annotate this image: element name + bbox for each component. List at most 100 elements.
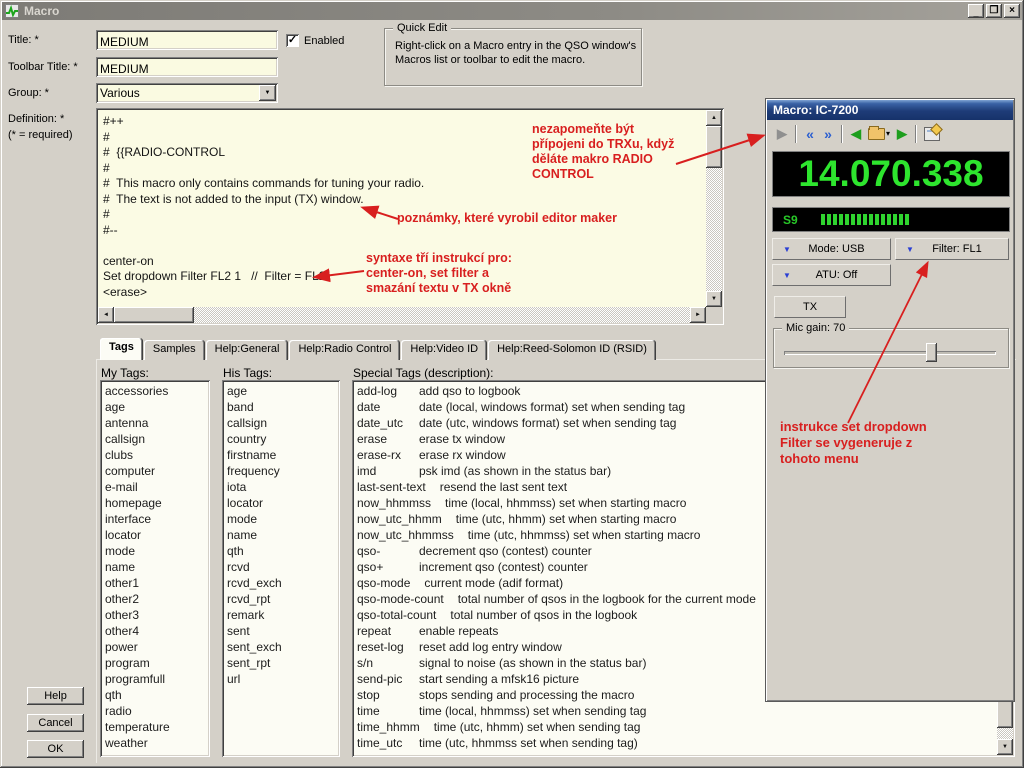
- his-tag-item[interactable]: rcvd_rpt: [223, 591, 339, 607]
- my-tag-item[interactable]: age: [101, 399, 209, 415]
- scroll-down-icon[interactable]: ▼: [706, 291, 722, 307]
- his-tag-item[interactable]: age: [223, 383, 339, 399]
- my-tag-item[interactable]: name: [101, 559, 209, 575]
- my-tag-item[interactable]: homepage: [101, 495, 209, 511]
- my-tag-item[interactable]: interface: [101, 511, 209, 527]
- his-tag-item[interactable]: sent_rpt: [223, 655, 339, 671]
- my-tag-item[interactable]: clubs: [101, 447, 209, 463]
- atu-button[interactable]: ▼ ATU: Off: [772, 264, 891, 286]
- scroll-left-icon[interactable]: ◄: [98, 307, 114, 323]
- his-tag-item[interactable]: sent_exch: [223, 639, 339, 655]
- title-input[interactable]: [96, 30, 278, 50]
- annotation-syntax: syntaxe tří instrukcí pro: center-on, se…: [366, 251, 512, 296]
- scroll-up-icon[interactable]: ▲: [706, 110, 722, 126]
- minimize-button[interactable]: _: [968, 4, 984, 18]
- special-tag-row[interactable]: time_utctime (utc, hhmmss set when sendi…: [353, 735, 1014, 751]
- radio-panel-title-bar[interactable]: Macro: IC-7200: [767, 100, 1013, 120]
- my-tag-item[interactable]: other1: [101, 575, 209, 591]
- my-tag-item[interactable]: accessories: [101, 383, 209, 399]
- edit-properties-icon[interactable]: [924, 127, 940, 141]
- scroll-right-icon[interactable]: ►: [690, 307, 706, 323]
- my-tag-item[interactable]: callsign: [101, 431, 209, 447]
- enabled-checkbox[interactable]: ✓: [286, 34, 299, 47]
- close-button[interactable]: ×: [1004, 4, 1020, 18]
- my-tag-item[interactable]: mode: [101, 543, 209, 559]
- his-tag-item[interactable]: callsign: [223, 415, 339, 431]
- previous-macro-icon[interactable]: ◀: [847, 126, 865, 142]
- his-tag-item[interactable]: name: [223, 527, 339, 543]
- hscroll-thumb[interactable]: [114, 307, 194, 323]
- radio-panel-title: Macro: IC-7200: [773, 103, 858, 117]
- group-dropdown-button[interactable]: ▼: [259, 85, 276, 101]
- his-tag-item[interactable]: locator: [223, 495, 339, 511]
- frequency-display: 14.070.338: [772, 151, 1010, 197]
- special-tag-name: stop: [357, 687, 419, 703]
- mic-gain-slider-thumb[interactable]: [926, 343, 937, 362]
- my-tag-item[interactable]: temperature: [101, 719, 209, 735]
- his-tag-item[interactable]: iota: [223, 479, 339, 495]
- special-tag-name: time_utc: [357, 735, 419, 751]
- his-tags-listbox[interactable]: agebandcallsigncountryfirstnamefrequency…: [222, 380, 340, 757]
- my-tag-item[interactable]: antenna: [101, 415, 209, 431]
- my-tag-item[interactable]: programfull: [101, 671, 209, 687]
- special-tag-row[interactable]: timetime (local, hhmmss) set when sendin…: [353, 703, 1014, 719]
- cancel-button[interactable]: Cancel: [27, 714, 84, 732]
- my-tag-item[interactable]: other4: [101, 623, 209, 639]
- definition-vscrollbar[interactable]: ▲ ▼: [706, 110, 722, 307]
- special-tag-desc: start sending a mfsk16 picture: [419, 672, 579, 686]
- my-tag-item[interactable]: weather: [101, 735, 209, 751]
- my-tag-item[interactable]: computer: [101, 463, 209, 479]
- his-tag-item[interactable]: url: [223, 671, 339, 687]
- my-tag-item[interactable]: radio: [101, 703, 209, 719]
- rewind-icon[interactable]: «: [801, 126, 819, 142]
- scroll-down-icon[interactable]: ▼: [997, 739, 1013, 755]
- tab[interactable]: Tags: [100, 338, 143, 360]
- my-tag-item[interactable]: qth: [101, 687, 209, 703]
- filter-button[interactable]: ▼ Filter: FL1: [895, 238, 1009, 260]
- group-select[interactable]: Various: [96, 83, 278, 103]
- his-tag-item[interactable]: mode: [223, 511, 339, 527]
- his-tag-item[interactable]: qth: [223, 543, 339, 559]
- play-macro-icon[interactable]: ▶: [773, 126, 791, 142]
- mic-gain-slider-track[interactable]: [784, 351, 996, 355]
- his-tag-item[interactable]: firstname: [223, 447, 339, 463]
- folder-dropdown-icon: ▾: [886, 129, 890, 138]
- definition-hscrollbar[interactable]: ◄ ►: [98, 307, 706, 323]
- my-tag-item[interactable]: other2: [101, 591, 209, 607]
- vscroll-thumb[interactable]: [706, 126, 722, 168]
- his-tag-item[interactable]: sent: [223, 623, 339, 639]
- his-tag-item[interactable]: rcvd: [223, 559, 339, 575]
- fast-forward-icon[interactable]: »: [819, 126, 837, 142]
- his-tag-item[interactable]: band: [223, 399, 339, 415]
- tab[interactable]: Help:General: [206, 340, 289, 360]
- tab[interactable]: Help:Reed-Solomon ID (RSID): [488, 340, 656, 360]
- my-tag-item[interactable]: program: [101, 655, 209, 671]
- special-tag-desc: time (utc, hhmmss set when sending tag): [419, 736, 638, 750]
- special-tag-name: erase-rx: [357, 447, 419, 463]
- my-tag-item[interactable]: e-mail: [101, 479, 209, 495]
- my-tags-listbox[interactable]: accessoriesageantennacallsignclubscomput…: [100, 380, 210, 757]
- his-tag-item[interactable]: frequency: [223, 463, 339, 479]
- his-tag-item[interactable]: remark: [223, 607, 339, 623]
- special-tag-name: erase: [357, 431, 419, 447]
- ok-button[interactable]: OK: [27, 740, 84, 758]
- restore-button[interactable]: ❐: [986, 4, 1002, 18]
- toolbar-title-input[interactable]: [96, 57, 278, 77]
- my-tag-item[interactable]: power: [101, 639, 209, 655]
- tab[interactable]: Samples: [144, 340, 205, 360]
- mode-button[interactable]: ▼ Mode: USB: [772, 238, 891, 260]
- open-folder-button[interactable]: ▾: [868, 128, 890, 140]
- special-tag-name: qso-: [357, 543, 419, 559]
- s-meter-label: S9: [783, 213, 813, 227]
- my-tag-item[interactable]: locator: [101, 527, 209, 543]
- tab[interactable]: Help:Video ID: [401, 340, 487, 360]
- his-tag-item[interactable]: country: [223, 431, 339, 447]
- tx-button[interactable]: TX: [774, 296, 846, 318]
- help-button[interactable]: Help: [27, 687, 84, 705]
- tab[interactable]: Help:Radio Control: [289, 340, 400, 360]
- special-tag-desc: enable repeats: [419, 624, 498, 638]
- his-tag-item[interactable]: rcvd_exch: [223, 575, 339, 591]
- my-tag-item[interactable]: other3: [101, 607, 209, 623]
- next-macro-icon[interactable]: ▶: [893, 126, 911, 142]
- special-tag-row[interactable]: time_hhmmtime (utc, hhmm) set when sendi…: [353, 719, 1014, 735]
